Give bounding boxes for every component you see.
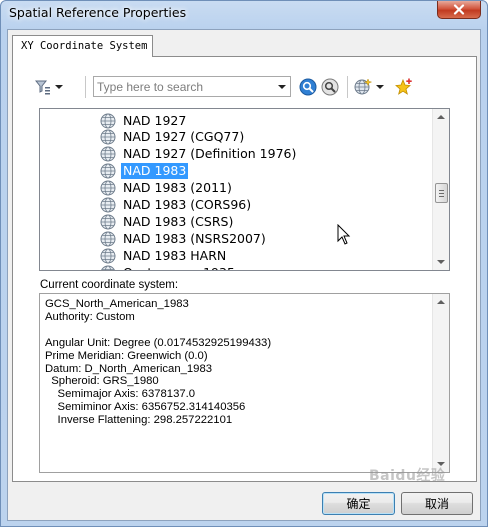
tree-item-label: NAD 1983 (NSRS2007) xyxy=(123,230,266,246)
scroll-up-icon[interactable] xyxy=(437,300,445,304)
details-line: Semiminor Axis: 6356752.314140356 xyxy=(45,401,246,414)
search-history-dropdown[interactable] xyxy=(274,77,290,96)
tree-item[interactable]: NAD 1983 (NSRS2007) xyxy=(100,230,268,247)
tree-item-label: NAD 1983 xyxy=(119,162,190,181)
globe-icon xyxy=(100,180,116,196)
add-to-favorites-button[interactable] xyxy=(395,78,413,96)
chevron-down-icon xyxy=(376,85,384,89)
close-button[interactable] xyxy=(437,1,481,19)
details-line: Semimajor Axis: 6378137.0 xyxy=(45,388,196,401)
details-line: Spheroid: GRS_1980 xyxy=(45,375,159,388)
tree-item-label: NAD 1927 xyxy=(123,112,187,128)
globe-icon xyxy=(100,113,116,128)
search-icon xyxy=(299,78,317,96)
toolbar-separator xyxy=(85,76,86,98)
watermark-logo: Baidu经验 xyxy=(369,468,446,484)
filter-icon xyxy=(35,80,50,95)
search-placeholder[interactable]: Type here to search xyxy=(94,80,274,94)
tree-item-label: NAD 1983 (CSRS) xyxy=(123,213,234,229)
details-line: Inverse Flattening: 298.257222101 xyxy=(45,414,233,427)
tree-item-label: NAD 1927 (Definition 1976) xyxy=(123,146,297,162)
globe-icon xyxy=(100,265,116,270)
details-line: Datum: D_North_American_1983 xyxy=(45,362,213,375)
tree-item-label: Ocotepeque 1935 xyxy=(121,265,237,270)
search-clear-icon xyxy=(321,78,339,96)
tree-item[interactable]: NAD 1927 xyxy=(100,112,188,129)
tree-item[interactable]: NAD 1983 xyxy=(100,162,190,181)
current-system-details: GCS_North_American_1983 Authority: Custom… xyxy=(39,293,450,473)
chevron-down-icon xyxy=(278,84,286,89)
tab-panel: Type here to search NAD 1927 NAD 1927 (C… xyxy=(12,56,477,482)
ok-button[interactable]: 确定 xyxy=(322,492,395,515)
clear-search-button[interactable] xyxy=(321,78,339,96)
details-scrollbar[interactable] xyxy=(432,294,449,472)
coordinate-system-tree[interactable]: NAD 1927 NAD 1927 (CGQ77) NAD 1927 (Defini… xyxy=(39,108,450,271)
globe-icon xyxy=(100,129,116,145)
tree-item-label: NAD 1983 (CORS96) xyxy=(123,197,252,212)
tree-item-label: NAD 1983 (2011) xyxy=(123,180,232,196)
search-input[interactable]: Type here to search xyxy=(93,76,291,97)
details-line: GCS_North_American_1983 xyxy=(45,298,189,310)
details-line: Angular Unit: Degree (0.0174532925199433… xyxy=(45,336,272,349)
filter-dropdown-button[interactable] xyxy=(35,79,63,95)
tree-item[interactable]: NAD 1983 (CSRS) xyxy=(100,213,235,230)
scroll-down-icon[interactable] xyxy=(437,260,445,264)
tree-item-label: NAD 1983 HARN xyxy=(123,247,227,263)
tree-item[interactable]: NAD 1983 (CORS96) xyxy=(100,197,253,214)
tree-item[interactable]: NAD 1927 (CGQ77) xyxy=(100,129,246,146)
dialog-window: Spatial Reference Properties XY Coordina… xyxy=(0,0,488,527)
tree-item[interactable]: Ocotepeque 1935 xyxy=(100,264,237,270)
globe-icon xyxy=(100,231,116,247)
title-bar[interactable]: Spatial Reference Properties xyxy=(1,1,487,29)
globe-icon xyxy=(100,214,116,230)
tree-item[interactable]: NAD 1927 (Definition 1976) xyxy=(100,146,298,163)
add-coordinate-system-dropdown[interactable] xyxy=(354,78,384,96)
globe-icon xyxy=(100,197,116,213)
current-system-label: Current coordinate system: xyxy=(40,279,179,291)
window-title: Spatial Reference Properties xyxy=(9,5,187,20)
tree-item-label: NAD 1927 (CGQ77) xyxy=(123,129,245,145)
toolbar-separator xyxy=(347,76,348,98)
scroll-thumb[interactable] xyxy=(435,183,448,203)
globe-add-icon xyxy=(354,78,372,95)
cancel-button[interactable]: 取消 xyxy=(401,492,473,515)
search-button[interactable] xyxy=(299,78,317,96)
tab-xy-coordinate-system[interactable]: XY Coordinate System xyxy=(12,35,153,57)
star-add-icon xyxy=(395,78,412,95)
details-line: Authority: Custom xyxy=(45,310,135,323)
close-icon xyxy=(453,4,465,15)
dialog-client: XY Coordinate System Type here to search xyxy=(7,29,481,521)
globe-icon xyxy=(100,146,116,162)
details-line: Prime Meridian: Greenwich (0.0) xyxy=(45,349,208,362)
tree-item[interactable]: NAD 1983 HARN xyxy=(100,247,228,264)
tree-item[interactable]: NAD 1983 (2011) xyxy=(100,180,234,197)
mouse-cursor-icon xyxy=(337,224,351,245)
chevron-down-icon xyxy=(55,85,63,89)
tree-scrollbar[interactable] xyxy=(432,109,449,270)
globe-icon xyxy=(100,248,116,264)
scroll-up-icon[interactable] xyxy=(437,115,445,119)
globe-icon xyxy=(100,163,116,179)
